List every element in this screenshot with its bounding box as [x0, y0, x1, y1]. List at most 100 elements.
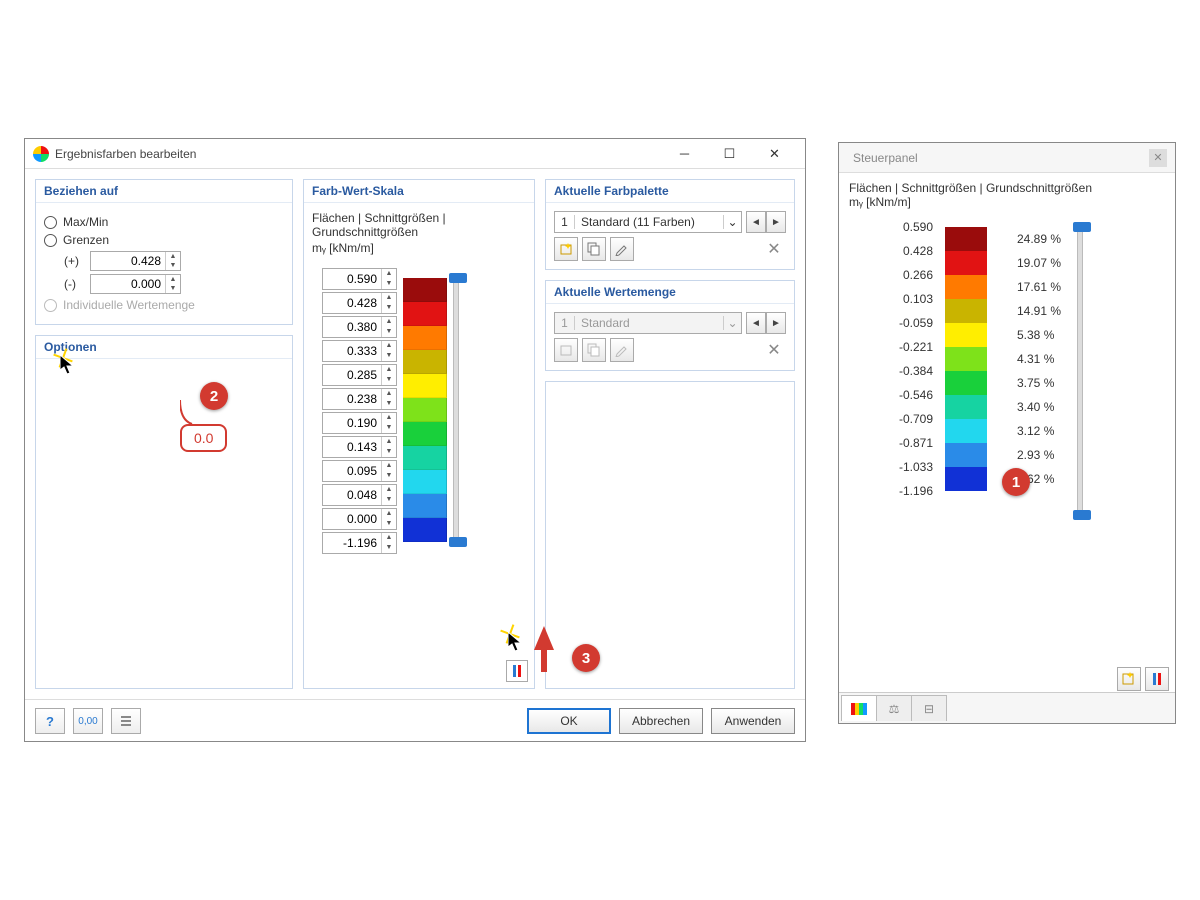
group-header: Beziehen auf [36, 180, 292, 203]
scale-color-swatch[interactable] [403, 302, 447, 326]
werte-new[interactable] [554, 338, 578, 362]
legend-color-swatch [945, 467, 987, 491]
scale-value-input[interactable] [323, 461, 381, 481]
scale-color-swatch[interactable] [403, 518, 447, 542]
radio-grenzen[interactable] [44, 234, 57, 247]
scale-value-spinner[interactable]: ▲▼ [322, 532, 397, 554]
scale-color-swatch[interactable] [403, 326, 447, 350]
slider-thumb-bottom[interactable] [449, 537, 467, 547]
title-bar: Ergebnisfarben bearbeiten ─ ☐ ✕ [25, 139, 805, 169]
minus-input[interactable] [91, 275, 165, 293]
scale-value-spinner[interactable]: ▲▼ [322, 364, 397, 386]
chevron-down-icon: ⌄ [723, 316, 741, 330]
werte-edit[interactable] [610, 338, 634, 362]
close-button[interactable]: ✕ [752, 139, 797, 168]
palette-copy[interactable] [582, 237, 606, 261]
palette-edit[interactable] [610, 237, 634, 261]
scale-value-spinner[interactable]: ▲▼ [322, 460, 397, 482]
scale-value-spinner[interactable]: ▲▼ [322, 508, 397, 530]
scale-value-spinner[interactable]: ▲▼ [322, 484, 397, 506]
help-button[interactable]: ? [35, 708, 65, 734]
legend-slider[interactable] [1077, 227, 1083, 515]
tab-tree[interactable]: ⊟ [911, 695, 947, 721]
ok-button[interactable]: OK [527, 708, 611, 734]
range-icon-button[interactable] [506, 660, 528, 682]
werte-next[interactable]: ► [766, 312, 786, 334]
legend-value: -0.871 [899, 431, 939, 455]
panel-close[interactable]: ✕ [1149, 149, 1167, 167]
cancel-button[interactable]: Abbrechen [619, 708, 703, 734]
scale-value-input[interactable] [323, 293, 381, 313]
scale-color-swatch[interactable] [403, 422, 447, 446]
plus-label: (+) [64, 254, 84, 268]
tab-colors[interactable] [841, 695, 877, 721]
scale-color-swatch[interactable] [403, 350, 447, 374]
steuer-line1: Flächen | Schnittgrößen | Grundschnittgr… [849, 181, 1165, 195]
radio-indiv-label: Individuelle Wertemenge [63, 298, 195, 312]
edit-colors-icon [1122, 672, 1136, 686]
legend-value: -0.221 [899, 335, 939, 359]
palette-new[interactable] [554, 237, 578, 261]
legend-value: 0.103 [903, 287, 939, 311]
scale-value-input[interactable] [323, 317, 381, 337]
plus-input[interactable] [91, 252, 165, 270]
scale-value-input[interactable] [323, 437, 381, 457]
minus-spinner[interactable]: ▲▼ [90, 274, 181, 294]
palette-prev[interactable]: ◄ [746, 211, 766, 233]
scale-color-swatch[interactable] [403, 278, 447, 302]
annotation-badge-3: 3 [572, 644, 600, 672]
slider-thumb-bottom[interactable] [1073, 510, 1091, 520]
legend-value: 0.428 [903, 239, 939, 263]
palette-delete[interactable]: ✕ [762, 237, 786, 261]
scale-value-input[interactable] [323, 413, 381, 433]
werte-copy[interactable] [582, 338, 606, 362]
tab-balance[interactable]: ⚖ [876, 695, 912, 721]
scale-value-spinner[interactable]: ▲▼ [322, 292, 397, 314]
minus-label: (-) [64, 277, 84, 291]
decimals-button[interactable]: 0,00 [73, 708, 103, 734]
scale-value-input[interactable] [323, 389, 381, 409]
slider-thumb-top[interactable] [1073, 222, 1091, 232]
scale-value-spinner[interactable]: ▲▼ [322, 388, 397, 410]
steuer-edit-button[interactable] [1117, 667, 1141, 691]
scale-slider[interactable] [453, 278, 459, 542]
palette-dropdown[interactable]: 1 Standard (11 Farben) ⌄ [554, 211, 742, 233]
scale-value-spinner[interactable]: ▲▼ [322, 268, 397, 290]
werte-name: Standard [575, 316, 723, 330]
scale-color-swatch[interactable] [403, 398, 447, 422]
palette-next[interactable]: ► [766, 211, 786, 233]
radio-maxmin[interactable] [44, 216, 57, 229]
scale-value-spinner[interactable]: ▲▼ [322, 412, 397, 434]
help-icon: ? [46, 714, 54, 729]
scale-color-swatch[interactable] [403, 494, 447, 518]
steuer-range-button[interactable] [1145, 667, 1169, 691]
legend-color-swatch [945, 371, 987, 395]
scale-value-input[interactable] [323, 365, 381, 385]
legend-color-swatch [945, 275, 987, 299]
legend-value: 0.266 [903, 263, 939, 287]
button-row: ? 0,00 OK Abbrechen Anwenden [25, 699, 805, 742]
scale-value-input[interactable] [323, 485, 381, 505]
slider-thumb-top[interactable] [449, 273, 467, 283]
new-icon [559, 343, 573, 357]
scale-value-spinner[interactable]: ▲▼ [322, 316, 397, 338]
scale-color-swatch[interactable] [403, 374, 447, 398]
legend-value: -0.546 [899, 383, 939, 407]
group-header: Aktuelle Wertemenge [546, 281, 794, 304]
minimize-button[interactable]: ─ [662, 139, 707, 168]
scale-value-input[interactable] [323, 533, 381, 553]
scale-color-swatch[interactable] [403, 446, 447, 470]
scale-value-input[interactable] [323, 509, 381, 529]
palette-icon [851, 703, 867, 715]
werte-delete[interactable]: ✕ [762, 338, 786, 362]
scale-value-spinner[interactable]: ▲▼ [322, 340, 397, 362]
maximize-button[interactable]: ☐ [707, 139, 752, 168]
plus-spinner[interactable]: ▲▼ [90, 251, 181, 271]
scale-value-spinner[interactable]: ▲▼ [322, 436, 397, 458]
apply-button[interactable]: Anwenden [711, 708, 795, 734]
scale-value-input[interactable] [323, 341, 381, 361]
werte-prev[interactable]: ◄ [746, 312, 766, 334]
list-button[interactable] [111, 708, 141, 734]
scale-color-swatch[interactable] [403, 470, 447, 494]
scale-value-input[interactable] [323, 269, 381, 289]
